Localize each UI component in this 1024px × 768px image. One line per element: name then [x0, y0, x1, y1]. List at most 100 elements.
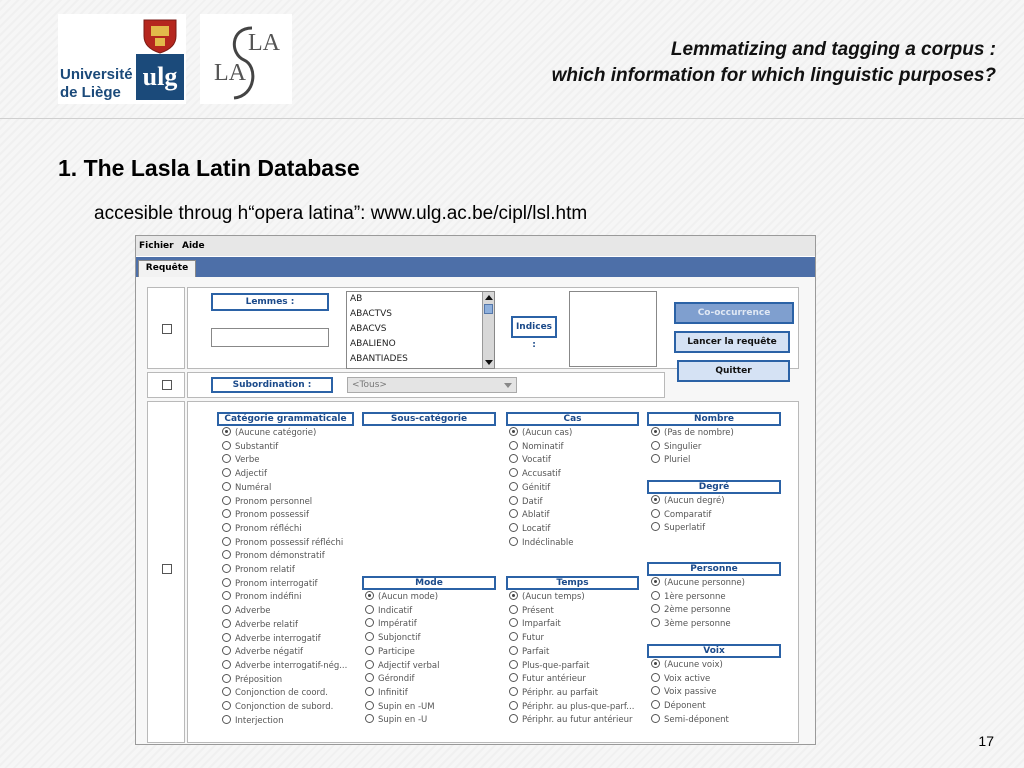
radio-icon[interactable] — [509, 618, 518, 628]
radio-icon[interactable] — [509, 440, 518, 450]
scroll-down-icon[interactable] — [485, 360, 493, 365]
cooccurrence-button[interactable]: Co-occurrence — [674, 302, 794, 324]
categorie-option[interactable]: Adverbe interrogatif-nég... — [222, 659, 347, 671]
degre-option[interactable]: (Aucun degré) — [651, 495, 725, 506]
radio-icon[interactable] — [222, 632, 231, 642]
quit-button[interactable]: Quitter — [677, 360, 790, 382]
categorie-option[interactable]: Pronom possessif — [222, 509, 309, 520]
menu-fichier[interactable]: Fichier — [139, 241, 174, 251]
radio-icon[interactable] — [509, 632, 518, 642]
categorie-option[interactable]: Adverbe — [222, 605, 270, 616]
radio-icon[interactable] — [509, 454, 518, 464]
temps-option[interactable]: Périphr. au plus-que-parf... — [509, 700, 634, 712]
radio-icon[interactable] — [651, 659, 660, 668]
lemmes-checkbox[interactable] — [162, 324, 172, 334]
radio-icon[interactable] — [222, 495, 231, 505]
radio-icon[interactable] — [365, 686, 374, 696]
temps-option[interactable]: (Aucun temps) — [509, 591, 585, 602]
mode-option[interactable]: Infinitif — [365, 686, 408, 698]
radio-icon[interactable] — [222, 714, 231, 724]
categorie-option[interactable]: Pronom démonstratif — [222, 550, 325, 561]
lemma-list-item[interactable]: ABACVS — [347, 322, 494, 337]
categorie-option[interactable]: Pronom interrogatif — [222, 577, 318, 589]
radio-icon[interactable] — [222, 701, 231, 710]
radio-icon[interactable] — [509, 522, 518, 532]
categorie-option[interactable]: Adverbe interrogatif — [222, 632, 321, 644]
categorie-option[interactable]: Adverbe négatif — [222, 646, 303, 657]
mode-option[interactable]: Supin en -UM — [365, 700, 435, 712]
radio-icon[interactable] — [222, 591, 231, 601]
categorie-option[interactable]: Pronom personnel — [222, 495, 312, 507]
cas-option[interactable]: Indéclinable — [509, 536, 574, 548]
radio-icon[interactable] — [509, 481, 518, 491]
cas-option[interactable]: Vocatif — [509, 454, 551, 465]
temps-option[interactable]: Périphr. au parfait — [509, 686, 598, 698]
scroll-thumb[interactable] — [484, 304, 493, 314]
nombre-option[interactable]: (Pas de nombre) — [651, 427, 734, 438]
lemmes-input[interactable] — [211, 328, 329, 347]
lemma-list-item[interactable]: ABANTIADES — [347, 352, 494, 367]
radio-icon[interactable] — [222, 646, 231, 656]
cas-option[interactable]: Locatif — [509, 522, 550, 534]
indices-list[interactable] — [569, 291, 657, 367]
morphology-checkbox[interactable] — [162, 564, 172, 574]
nombre-option[interactable]: Pluriel — [651, 454, 690, 465]
subordination-select[interactable]: <Tous> — [347, 377, 517, 393]
radio-icon[interactable] — [222, 673, 231, 683]
radio-icon[interactable] — [651, 427, 660, 436]
cas-option[interactable]: (Aucun cas) — [509, 427, 572, 438]
radio-icon[interactable] — [365, 591, 374, 600]
radio-icon[interactable] — [509, 591, 518, 600]
categorie-option[interactable]: Substantif — [222, 440, 278, 452]
radio-icon[interactable] — [509, 495, 518, 505]
degre-option[interactable]: Superlatif — [651, 522, 705, 533]
tab-requete[interactable]: Requête — [138, 260, 196, 277]
mode-option[interactable]: Indicatif — [365, 604, 412, 616]
radio-icon[interactable] — [222, 481, 231, 491]
radio-icon[interactable] — [222, 659, 231, 669]
lemma-list[interactable]: AB ABACTVS ABACVS ABALIENO ABANTIADES — [346, 291, 495, 369]
radio-icon[interactable] — [365, 714, 374, 724]
mode-option[interactable]: Subjonctif — [365, 632, 421, 643]
nombre-option[interactable]: Singulier — [651, 440, 701, 452]
radio-icon[interactable] — [222, 468, 231, 478]
personne-option[interactable]: (Aucune personne) — [651, 577, 745, 588]
radio-icon[interactable] — [651, 440, 660, 450]
mode-option[interactable]: Participe — [365, 645, 415, 657]
radio-icon[interactable] — [222, 522, 231, 532]
subordination-checkbox[interactable] — [162, 380, 172, 390]
radio-icon[interactable] — [222, 536, 231, 546]
radio-icon[interactable] — [509, 714, 518, 724]
radio-icon[interactable] — [651, 508, 660, 518]
cas-option[interactable]: Génitif — [509, 481, 550, 493]
temps-option[interactable]: Parfait — [509, 645, 549, 657]
voix-option[interactable]: Semi-déponent — [651, 713, 729, 725]
radio-icon[interactable] — [222, 509, 231, 519]
radio-icon[interactable] — [509, 468, 518, 478]
cas-option[interactable]: Ablatif — [509, 509, 549, 520]
categorie-option[interactable]: Adverbe relatif — [222, 618, 298, 630]
mode-option[interactable]: Gérondif — [365, 673, 414, 684]
mode-option[interactable]: Supin en -U — [365, 714, 427, 725]
categorie-option[interactable]: Conjonction de coord. — [222, 687, 328, 698]
radio-icon[interactable] — [222, 427, 231, 436]
categorie-option[interactable]: Interjection — [222, 714, 284, 726]
temps-option[interactable]: Périphr. au futur antérieur — [509, 714, 633, 725]
radio-icon[interactable] — [365, 659, 374, 669]
personne-option[interactable]: 1ère personne — [651, 590, 726, 602]
radio-icon[interactable] — [222, 577, 231, 587]
radio-icon[interactable] — [222, 454, 231, 464]
radio-icon[interactable] — [509, 673, 518, 683]
voix-option[interactable]: Voix passive — [651, 686, 717, 697]
mode-option[interactable]: (Aucun mode) — [365, 591, 438, 602]
radio-icon[interactable] — [222, 687, 231, 697]
categorie-option[interactable]: (Aucune catégorie) — [222, 427, 316, 438]
temps-option[interactable]: Futur — [509, 632, 544, 643]
radio-icon[interactable] — [651, 495, 660, 504]
radio-icon[interactable] — [651, 522, 660, 532]
categorie-option[interactable]: Pronom possessif réfléchi — [222, 536, 343, 548]
radio-icon[interactable] — [509, 427, 518, 436]
radio-icon[interactable] — [509, 536, 518, 546]
radio-icon[interactable] — [222, 564, 231, 573]
temps-option[interactable]: Plus-que-parfait — [509, 659, 589, 671]
